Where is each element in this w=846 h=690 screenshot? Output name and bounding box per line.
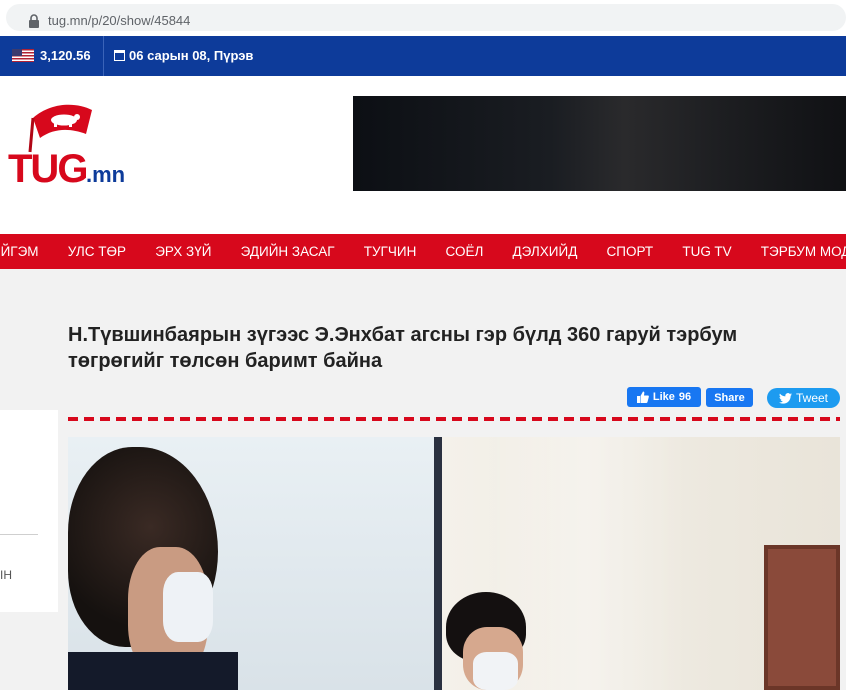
photo-pillar	[434, 437, 442, 690]
logo-text-suffix: .mn	[86, 162, 125, 187]
usd-rate-value: 3,120.56	[40, 48, 91, 63]
us-flag-icon	[12, 49, 34, 62]
current-date: 06 сарын 08, Пүрэв	[114, 48, 253, 63]
nav-item[interactable]: ЙГЭМ	[0, 244, 53, 259]
nav-item[interactable]: ТУГЧИН	[349, 244, 431, 259]
like-label: Like	[652, 391, 675, 403]
main-nav: ЙГЭМ УЛС ТӨР ЭРХ ЗҮЙ ЭДИЙН ЗАСАГ ТУГЧИН СОЁЛ Д…	[0, 234, 846, 269]
url-text: tug.mn/p/20/show/45844	[48, 13, 190, 28]
logo-text-main: TUG	[8, 147, 86, 191]
url-path: /p/20/show/45844	[87, 13, 191, 28]
photo-person-1-suit	[68, 652, 238, 690]
site-header: TUG .mn	[0, 76, 846, 234]
article-image[interactable]	[68, 437, 840, 690]
top-info-bar: 3,120.56 06 сарын 08, Пүрэв	[0, 36, 846, 76]
nav-item[interactable]: СОЁЛ	[431, 244, 498, 259]
facebook-like-button[interactable]: Like 96	[627, 387, 701, 407]
nav-item[interactable]: ЭДИЙН ЗАСАГ	[226, 244, 349, 259]
url-host: tug.mn	[48, 13, 88, 28]
nav-item[interactable]: TUG TV	[668, 244, 746, 259]
browser-bar: tug.mn/p/20/show/45844	[0, 0, 846, 36]
nav-item[interactable]: ТЭРБУМ МОД	[746, 244, 846, 259]
usd-rate: 3,120.56	[12, 48, 91, 63]
topbar-divider	[103, 36, 104, 76]
nav-item[interactable]: СПОРТ	[592, 244, 668, 259]
article-title: Н.Түвшинбаярын зүгээс Э.Энхбат агсны гэр…	[68, 324, 738, 372]
address-bar[interactable]: tug.mn/p/20/show/45844	[6, 4, 846, 31]
nav-item[interactable]: ДЭЛХИЙД	[498, 244, 592, 259]
nav-item[interactable]: ЭРХ ЗҮЙ	[141, 244, 226, 259]
photo-person-2-mask	[473, 652, 518, 690]
twitter-bird-icon	[778, 392, 792, 404]
title-divider	[68, 417, 840, 421]
ad-banner[interactable]	[353, 96, 846, 191]
calendar-icon	[114, 50, 125, 61]
share-label: Share	[714, 391, 745, 404]
nav-item[interactable]: УЛС ТӨР	[53, 244, 140, 259]
photo-person-1-mask	[163, 572, 213, 642]
site-logo[interactable]: TUG .mn	[6, 94, 131, 194]
like-count: 96	[678, 391, 692, 403]
sidebar-card: IН	[0, 410, 58, 612]
facebook-share-button[interactable]: Share	[706, 388, 753, 407]
photo-door	[764, 545, 840, 690]
current-date-text: 06 сарын 08, Пүрэв	[129, 48, 254, 63]
lock-icon	[29, 14, 39, 28]
tweet-label: Tweet	[795, 391, 828, 405]
tweet-button[interactable]: Tweet	[767, 388, 840, 408]
sidebar-divider	[0, 534, 38, 535]
sidebar-text: IН	[0, 568, 12, 582]
thumbs-up-icon	[636, 391, 649, 403]
